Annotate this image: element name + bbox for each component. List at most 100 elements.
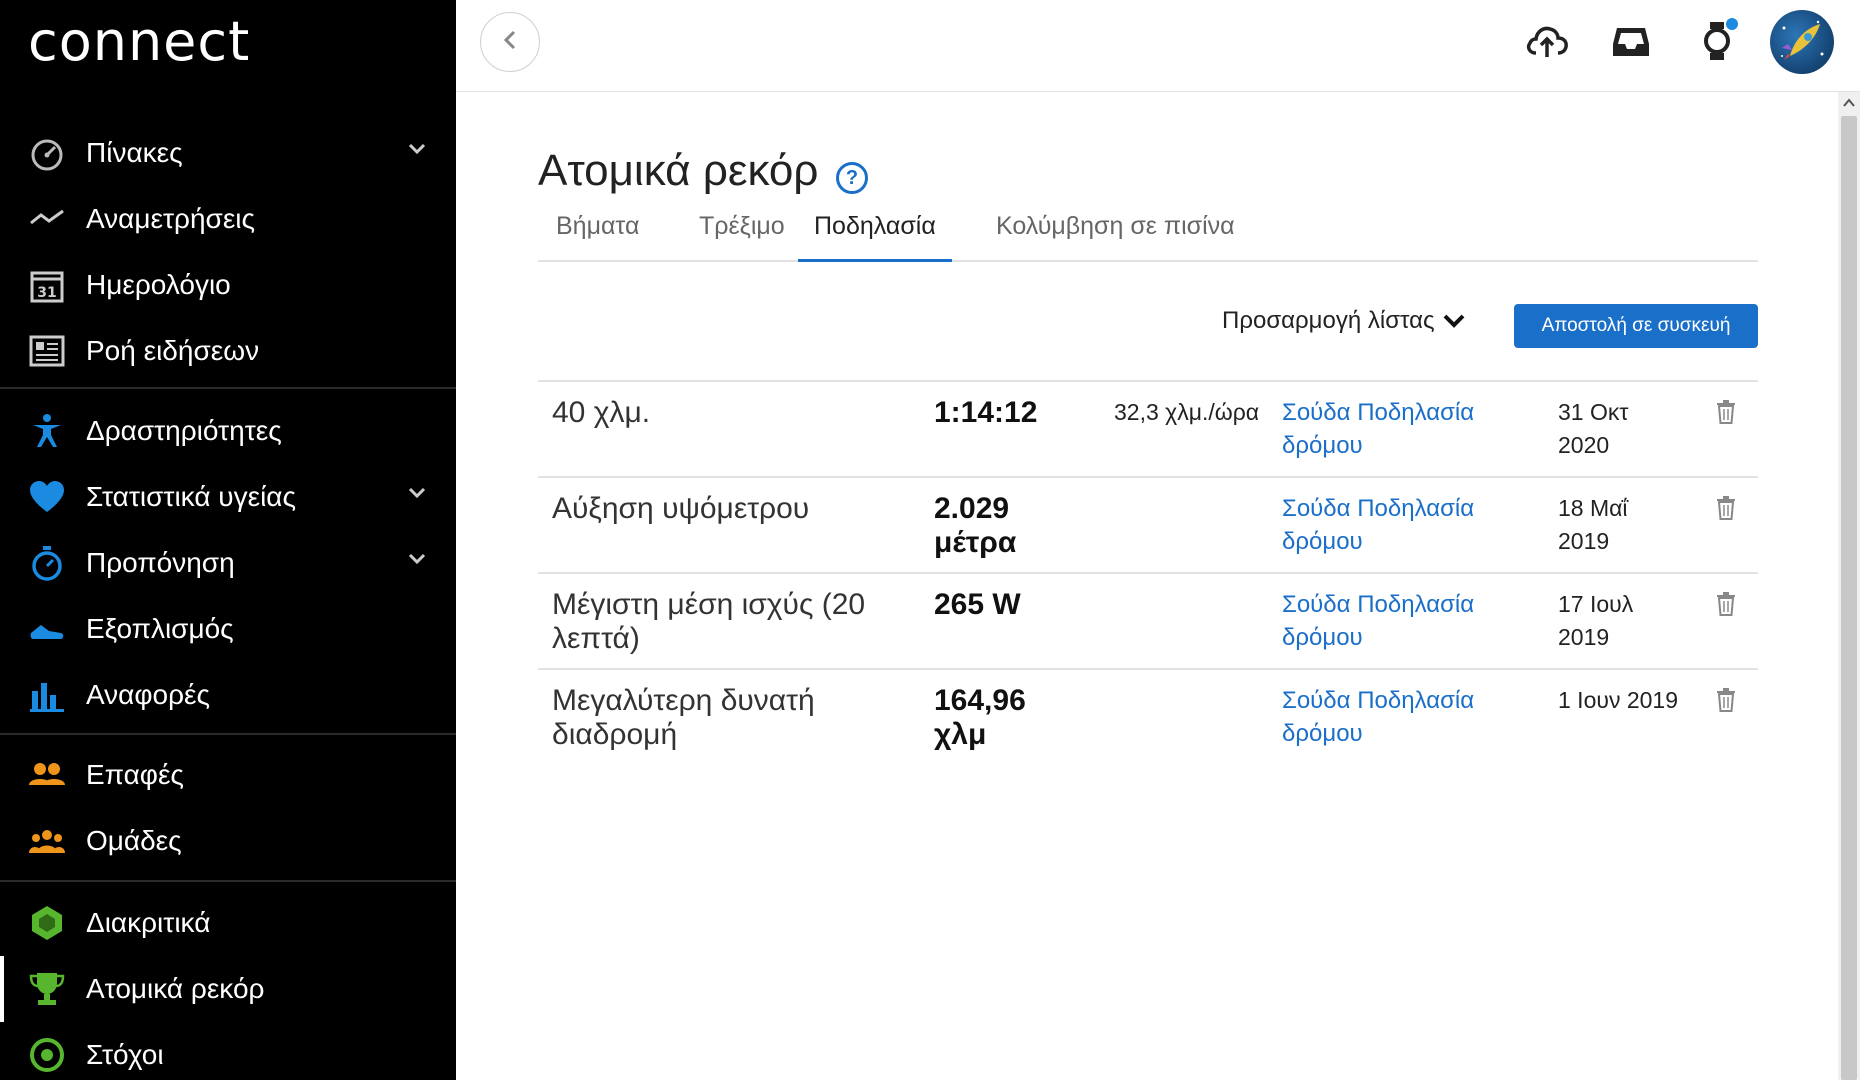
chevron-down-icon[interactable]: [408, 552, 426, 570]
customize-list-label: Προσαρμογή λίστας: [1222, 307, 1435, 334]
sidebar-divider: [0, 387, 456, 389]
send-to-device-button[interactable]: Αποστολή σε συσκευή: [1514, 304, 1758, 348]
sidebar-divider: [0, 733, 456, 735]
activity-link[interactable]: Σούδα Ποδηλασία δρόμου: [1282, 588, 1522, 654]
nav-group-activity: Δραστηριότητες Στατιστικά υγείας Προπόνη…: [0, 398, 456, 728]
record-name: Αύξηση υψόμετρου: [552, 492, 810, 525]
trash-icon[interactable]: [1716, 496, 1740, 524]
record-date: 31 Οκτ 2020: [1558, 399, 1629, 458]
record-date: 17 Ιουλ 2019: [1558, 591, 1634, 650]
newsfeed-icon: [28, 332, 66, 370]
record-value: 2.029 μέτρα: [934, 492, 1017, 559]
target-icon: [28, 1036, 66, 1074]
bar-chart-icon: [28, 676, 66, 714]
connect-logo[interactable]: connect: [28, 10, 250, 73]
sidebar-item-contacts[interactable]: Επαφές: [0, 742, 456, 808]
table-row: Μεγαλύτερη δυνατή διαδρομή 164,96 χλμ Σο…: [538, 670, 1758, 766]
table-row: Μέγιστη μέση ισχύς (20 λεπτά) 265 W Σούδ…: [538, 574, 1758, 670]
trash-icon[interactable]: [1716, 400, 1740, 428]
sidebar-item-label: Αναφορές: [86, 679, 210, 710]
sidebar-item-label: Πίνακες: [86, 137, 183, 168]
watch-icon[interactable]: [1694, 18, 1740, 64]
nav-group-social: Επαφές Ομάδες: [0, 742, 456, 874]
shoe-icon: [28, 610, 66, 648]
scroll-up-arrow-icon[interactable]: [1842, 96, 1856, 114]
tab-cycling[interactable]: Ποδηλασία: [798, 204, 952, 262]
trash-icon[interactable]: [1716, 688, 1740, 716]
activity-link[interactable]: Σούδα Ποδηλασία δρόμου: [1282, 492, 1522, 558]
back-button[interactable]: [480, 12, 540, 72]
record-value: 164,96 χλμ: [934, 684, 1026, 751]
sidebar-item-label: Ατομικά ρεκόρ: [86, 973, 265, 1004]
sidebar: connect Πίνακες Αναμετρήσεις 31 Ημερολόγ…: [0, 0, 456, 1080]
record-tabs: Βήματα Τρέξιμο Ποδηλασία Κολύμβηση σε πι…: [538, 204, 1758, 262]
sidebar-item-activities[interactable]: Δραστηριότητες: [0, 398, 456, 464]
customize-list-dropdown[interactable]: Προσαρμογή λίστας: [1222, 307, 1465, 335]
record-value: 265 W: [934, 588, 1021, 621]
notification-dot: [1726, 18, 1738, 30]
sidebar-item-health-stats[interactable]: Στατιστικά υγείας: [0, 464, 456, 530]
sidebar-item-label: Στόχοι: [86, 1039, 164, 1070]
sidebar-item-label: Ομάδες: [86, 825, 182, 856]
table-row: Αύξηση υψόμετρου 2.029 μέτρα Σούδα Ποδηλ…: [538, 478, 1758, 574]
inbox-icon[interactable]: [1608, 18, 1654, 64]
sidebar-item-calendar[interactable]: 31 Ημερολόγιο: [0, 252, 456, 318]
tab-steps[interactable]: Βήματα: [540, 204, 655, 262]
trash-icon[interactable]: [1716, 592, 1740, 620]
sidebar-item-label: Ημερολόγιο: [86, 269, 231, 300]
sidebar-item-groups[interactable]: Ομάδες: [0, 808, 456, 874]
nav-group-main: Πίνακες Αναμετρήσεις 31 Ημερολόγιο Ροή ε…: [0, 120, 456, 384]
avatar[interactable]: [1770, 10, 1834, 74]
record-date: 1 Ιουν 2019: [1558, 687, 1678, 713]
heart-icon: [28, 478, 66, 516]
sidebar-item-personal-records[interactable]: Ατομικά ρεκόρ: [0, 956, 456, 1022]
record-value: 1:14:12: [934, 396, 1038, 429]
record-date: 18 Μαΐ 2019: [1558, 495, 1628, 554]
sidebar-item-label: Ροή ειδήσεων: [86, 335, 260, 366]
record-name: Μέγιστη μέση ισχύς (20 λεπτά): [552, 588, 866, 655]
sidebar-item-label: Προπόνηση: [86, 547, 235, 578]
sidebar-item-training[interactable]: Προπόνηση: [0, 530, 456, 596]
tab-running[interactable]: Τρέξιμο: [683, 204, 801, 262]
table-row: 40 χλμ. 1:14:12 32,3 χλμ./ώρα Σούδα Ποδη…: [538, 382, 1758, 478]
sidebar-item-badges[interactable]: Διακριτικά: [0, 890, 456, 956]
sidebar-divider: [0, 880, 456, 882]
sidebar-item-label: Στατιστικά υγείας: [86, 481, 296, 512]
sidebar-item-label: Εξοπλισμός: [86, 613, 234, 644]
sidebar-item-goals[interactable]: Στόχοι: [0, 1022, 456, 1080]
sidebar-item-segments[interactable]: Αναμετρήσεις: [0, 186, 456, 252]
dashboard-gauge-icon: [28, 134, 66, 172]
activity-link[interactable]: Σούδα Ποδηλασία δρόμου: [1282, 684, 1522, 750]
upload-cloud-icon[interactable]: [1524, 18, 1570, 64]
vertical-scrollbar[interactable]: [1838, 92, 1860, 1080]
chevron-down-icon: [1443, 307, 1465, 335]
chevron-left-icon: [503, 30, 517, 55]
chevron-down-icon[interactable]: [408, 142, 426, 160]
page-title: Ατομικά ρεκόρ: [538, 146, 819, 195]
nav-group-achievements: Διακριτικά Ατομικά ρεκόρ Στόχοι: [0, 890, 456, 1080]
record-name: Μεγαλύτερη δυνατή διαδρομή: [552, 684, 815, 751]
sidebar-item-label: Δραστηριότητες: [86, 415, 282, 446]
activity-person-icon: [28, 412, 66, 450]
calendar-icon: 31: [28, 266, 66, 304]
sidebar-item-gear[interactable]: Εξοπλισμός: [0, 596, 456, 662]
sidebar-item-reports[interactable]: Αναφορές: [0, 662, 456, 728]
sidebar-item-label: Διακριτικά: [86, 907, 211, 938]
groups-icon: [28, 822, 66, 860]
record-name: 40 χλμ.: [552, 396, 651, 429]
tab-pool-swim[interactable]: Κολύμβηση σε πισίνα: [980, 204, 1251, 262]
scrollbar-thumb[interactable]: [1841, 116, 1857, 1080]
trend-icon: [28, 200, 66, 238]
stopwatch-icon: [28, 544, 66, 582]
records-table: 40 χλμ. 1:14:12 32,3 χλμ./ώρα Σούδα Ποδη…: [538, 380, 1758, 766]
help-icon[interactable]: ?: [836, 162, 868, 194]
sidebar-item-label: Επαφές: [86, 759, 184, 790]
chevron-down-icon[interactable]: [408, 486, 426, 504]
svg-text:31: 31: [37, 285, 56, 301]
sidebar-item-dashboards[interactable]: Πίνακες: [0, 120, 456, 186]
contacts-icon: [28, 756, 66, 794]
trophy-icon: [28, 970, 66, 1008]
activity-link[interactable]: Σούδα Ποδηλασία δρόμου: [1282, 396, 1522, 462]
sidebar-item-label: Αναμετρήσεις: [86, 203, 256, 234]
sidebar-item-newsfeed[interactable]: Ροή ειδήσεων: [0, 318, 456, 384]
